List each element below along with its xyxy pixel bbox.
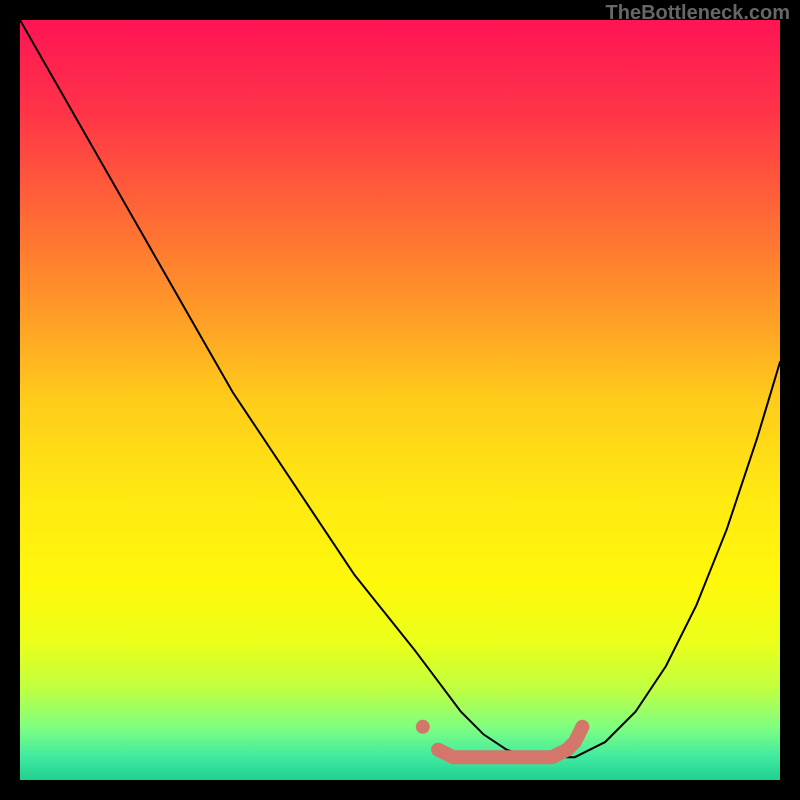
bottleneck-chart: [20, 20, 780, 780]
watermark-text: TheBottleneck.com: [606, 2, 790, 25]
plot-svg: [20, 20, 780, 780]
